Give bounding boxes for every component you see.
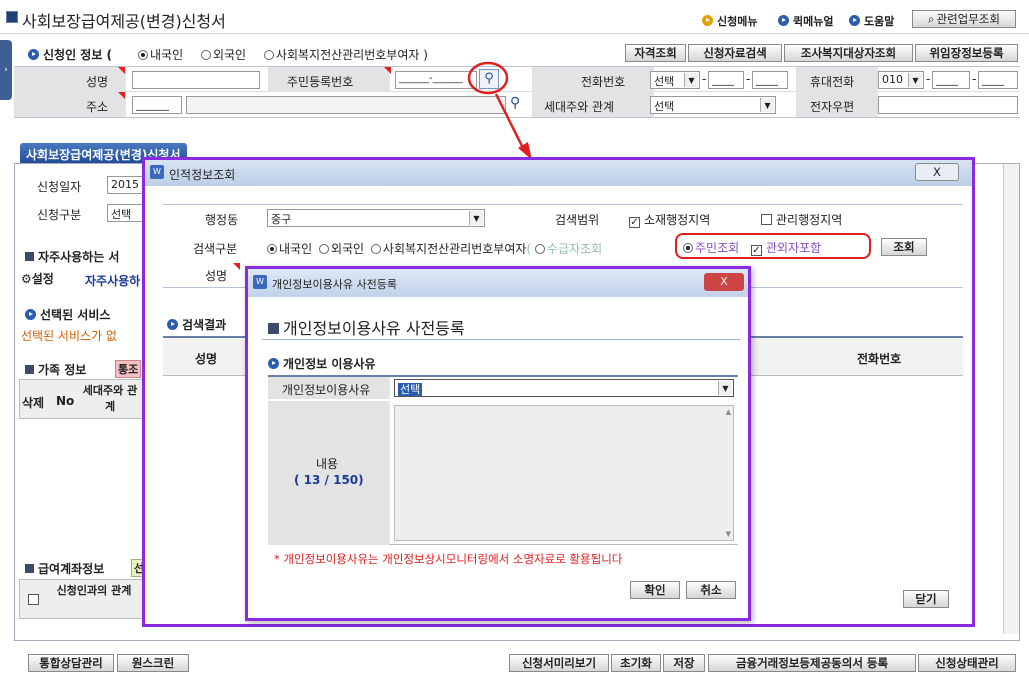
reason-note: * 개인정보이용사유는 개인정보상시모니터링에서 소명자료로 활용됩니다 bbox=[274, 552, 623, 566]
preview-button[interactable]: 신청서미리보기 bbox=[509, 654, 609, 672]
family-button[interactable]: 통조 bbox=[115, 360, 142, 378]
scope-mgmt-checkbox[interactable]: 관리행정지역 bbox=[761, 211, 842, 228]
consult-button[interactable]: 통합상담관리 bbox=[28, 654, 114, 672]
rrn-option-box: 주민조회 ✓ 관외자포함 bbox=[675, 233, 871, 259]
person-dialog-title: 인적정보조회 bbox=[169, 168, 236, 182]
person-search-button[interactable]: 조회 bbox=[881, 238, 927, 256]
person-name-label: 성명 bbox=[205, 269, 228, 283]
bg-scrollbar[interactable] bbox=[1003, 164, 1019, 634]
freq-link[interactable]: 자주사용하 bbox=[85, 272, 140, 289]
type-radios: 내국인 외국인 사회복지전산관리번호부여자( 수급자조회 bbox=[267, 240, 602, 257]
close-icon[interactable]: X bbox=[915, 163, 959, 181]
reason-label: 개인정보이용사유 bbox=[282, 383, 371, 397]
status-button[interactable]: 신청상태관리 bbox=[918, 654, 1016, 672]
reason-dialog: W 개인정보이용사유 사전등록 X 개인정보이용사유 사전등록 개인정보 이용사… bbox=[245, 266, 751, 621]
content-label: 내용 bbox=[316, 457, 339, 471]
type-recipient-radio[interactable]: 수급자조회 bbox=[534, 242, 602, 256]
apply-date-input[interactable]: 2015 bbox=[107, 176, 147, 194]
scroll-up-icon: ▲ bbox=[725, 408, 731, 416]
gear-icon: ⚙ bbox=[21, 272, 32, 286]
account-title: 급여계좌정보 bbox=[25, 560, 104, 577]
close-icon[interactable]: X bbox=[704, 273, 744, 291]
reason-select[interactable]: 선택 ▼ bbox=[394, 379, 734, 397]
reason-dialog-titlebar: W 개인정보이용사유 사전등록 X bbox=[248, 269, 748, 297]
apply-type-select[interactable]: 선택 bbox=[107, 204, 147, 222]
app-icon: W bbox=[150, 165, 164, 179]
ok-button[interactable]: 확인 bbox=[630, 581, 680, 599]
save-button[interactable]: 저장 bbox=[663, 654, 705, 672]
type-label: 검색구분 bbox=[193, 242, 238, 256]
scope-label: 검색범위 bbox=[555, 213, 600, 227]
reason-form: 개인정보이용사유 선택 ▼ 내용 ( 13 / 150) ▲ ▼ bbox=[268, 375, 738, 545]
include-outside-checkbox[interactable]: ✓ 관외자포함 bbox=[751, 241, 821, 256]
dong-select[interactable]: 중구 ▼ bbox=[267, 209, 485, 227]
person-dialog-titlebar: W 인적정보조회 X bbox=[145, 160, 972, 186]
family-table-header: 삭제 No 세대주와 관계 bbox=[19, 379, 144, 419]
content-count: ( 13 / 150) bbox=[294, 473, 364, 487]
app-icon: W bbox=[253, 275, 267, 289]
type-foreign-radio[interactable]: 외국인 bbox=[318, 242, 364, 256]
result-label: 검색결과 bbox=[167, 316, 226, 333]
reason-dialog-title: 개인정보이용사유 사전등록 bbox=[272, 278, 397, 291]
reason-section: 개인정보 이용사유 bbox=[268, 355, 376, 372]
apply-type-label: 신청구분 bbox=[37, 208, 82, 222]
bullet-icon bbox=[167, 319, 178, 330]
apply-date-label: 신청일자 bbox=[37, 180, 82, 194]
scope-admin-checkbox[interactable]: ✓ 소재행정지역 bbox=[629, 211, 710, 228]
onescreen-button[interactable]: 원스크린 bbox=[117, 654, 189, 672]
bullet-icon bbox=[25, 309, 36, 320]
selected-service-note: 선택된 서비스가 없 bbox=[21, 329, 117, 343]
reason-heading: 개인정보이용사유 사전등록 bbox=[268, 315, 465, 339]
highlight-circle bbox=[467, 61, 509, 95]
type-welfare-radio[interactable]: 사회복지전산관리번호부여자 bbox=[370, 242, 526, 256]
family-title: 가족 정보 bbox=[25, 361, 86, 378]
finance-consent-button[interactable]: 금융거래정보등제공동의서 등록 bbox=[708, 654, 916, 672]
annotation-arrow bbox=[494, 93, 526, 151]
type-domestic-radio[interactable]: 내국인 bbox=[267, 242, 312, 256]
type-rrn-radio[interactable]: 주민조회 bbox=[683, 241, 739, 255]
freq-section-title: 자주사용하는 서 bbox=[25, 248, 119, 265]
cancel-button[interactable]: 취소 bbox=[686, 581, 736, 599]
account-table-header: 신청인과의 관계 bbox=[19, 579, 144, 619]
settings-link[interactable]: ⚙설정 bbox=[21, 270, 54, 287]
bullet-icon bbox=[268, 358, 279, 369]
content-textarea[interactable]: ▲ ▼ bbox=[394, 405, 734, 541]
scroll-down-icon: ▼ bbox=[725, 530, 731, 538]
selected-service-title: 선택된 서비스 bbox=[25, 306, 110, 323]
select-all-checkbox[interactable] bbox=[28, 594, 39, 605]
reset-button[interactable]: 초기화 bbox=[611, 654, 661, 672]
person-close-button[interactable]: 닫기 bbox=[903, 590, 949, 608]
dong-label: 행정동 bbox=[205, 213, 239, 227]
